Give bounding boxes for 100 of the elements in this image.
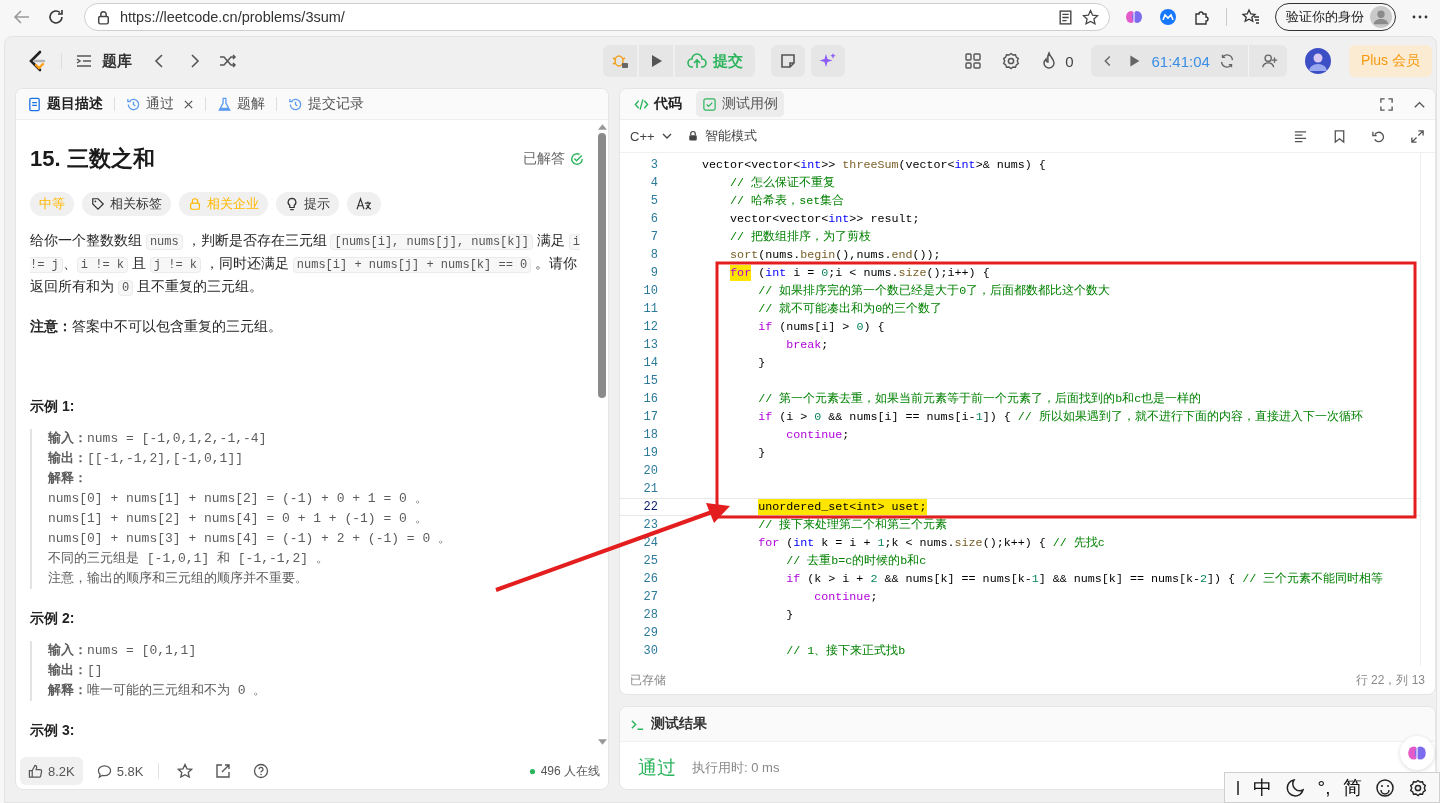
code-line: if (i > 0 && nums[i] == nums[i-1]) { // 所以如果遇到了，就不进行下面的内容，直接进入下一次循环 xyxy=(757,409,1363,425)
history-icon xyxy=(288,96,303,112)
line-number: 23 xyxy=(642,518,658,532)
script-toggle[interactable]: 简 xyxy=(1343,774,1363,801)
line-number: 21 xyxy=(642,482,658,496)
bookmark-icon[interactable] xyxy=(1332,128,1347,144)
example-line: 解释： xyxy=(48,470,88,488)
close-icon[interactable] xyxy=(183,98,194,110)
code-line: continue; xyxy=(813,589,878,605)
verdict-text: 通过 xyxy=(638,755,676,780)
thumbs-up-icon xyxy=(28,763,43,779)
example-line: nums[0] + nums[1] + nums[2] = (-1) + 0 + 1 = 0 。 xyxy=(48,490,429,508)
line-number: 17 xyxy=(642,410,658,424)
runtime-text: 执行用时: 0 ms xyxy=(692,758,780,777)
code-line: vector<vector<int>> result; xyxy=(729,211,920,227)
address-bar[interactable]: https://leetcode.cn/problems/3sum/ xyxy=(84,3,1111,31)
user-avatar[interactable] xyxy=(1304,48,1331,74)
expand-icon[interactable] xyxy=(1410,128,1425,144)
lightbulb-icon xyxy=(285,197,299,211)
code-line: // 哈希表，set集合 xyxy=(729,193,845,209)
results-title: 测试结果 xyxy=(651,715,707,733)
example-line: 不同的三元组是 [-1,0,1] 和 [-1,-1,2] 。 xyxy=(48,550,330,568)
translate-button[interactable] xyxy=(347,192,381,216)
panel-tab[interactable]: 通过 xyxy=(123,91,197,117)
code-line: // 1、接下来正式找b xyxy=(785,643,906,659)
language-mode-toggle[interactable]: 中 xyxy=(1252,774,1272,801)
code-line: } xyxy=(757,355,766,371)
panel-tab[interactable]: 题目描述 xyxy=(24,91,106,117)
scroll-down-icon[interactable] xyxy=(597,739,607,745)
cloud-upload-icon xyxy=(686,51,707,71)
example-line: nums[1] + nums[2] + nums[4] = 0 + 1 + (-1) = 0 。 xyxy=(48,510,429,528)
line-number: 19 xyxy=(642,446,658,460)
star-icon[interactable] xyxy=(1082,8,1100,26)
language-dropdown[interactable]: C++ xyxy=(630,128,673,144)
problem-list-button[interactable]: 题库 xyxy=(74,51,132,71)
like-button[interactable]: 8.2K xyxy=(20,757,83,785)
lock-icon xyxy=(686,130,699,142)
settings-icon[interactable] xyxy=(1001,51,1022,71)
smart-mode-toggle[interactable]: 智能模式 xyxy=(686,127,757,145)
example-line: 输入：nums = [-1,0,1,2,-1,-4] xyxy=(48,430,268,448)
line-number: 3 xyxy=(649,158,658,172)
line-number: 4 xyxy=(649,176,658,190)
line-number: 10 xyxy=(642,284,658,298)
layout-icon[interactable] xyxy=(963,51,984,71)
example-line: 输出：[] xyxy=(48,662,104,680)
line-number: 14 xyxy=(642,356,658,370)
flask-icon xyxy=(217,96,232,112)
code-line: break; xyxy=(785,337,829,353)
panel-tab[interactable]: 提交记录 xyxy=(285,91,367,117)
scrollbar-thumb[interactable] xyxy=(598,133,606,398)
reload-icon[interactable] xyxy=(46,7,66,27)
punctuation-toggle[interactable]: °, xyxy=(1317,776,1331,799)
run-button[interactable] xyxy=(638,45,673,77)
code-line: vector<vector<int>> threeSum(vector<int>& nums) { xyxy=(701,157,1046,173)
comments-button[interactable]: 5.8K xyxy=(96,763,144,779)
line-number: 15 xyxy=(642,374,658,388)
example-line: 输入：nums = [0,1,1] xyxy=(48,642,198,660)
timer-text: 61:41:04 xyxy=(1151,52,1210,70)
code-line: if (k > i + 2 && nums[k] == nums[k-1] && nums[k] == nums[k-2]) { // 三个元素不能同时相等 xyxy=(785,571,1384,587)
panel-tab[interactable]: 测试用例 xyxy=(696,91,784,117)
scroll-up-icon[interactable] xyxy=(597,124,607,130)
line-number: 26 xyxy=(642,572,658,586)
translate-icon xyxy=(356,197,372,211)
line-number: 6 xyxy=(649,212,658,226)
moon-icon[interactable] xyxy=(1284,777,1305,798)
panel-tab[interactable]: 代码 xyxy=(628,91,688,117)
share-icon[interactable] xyxy=(214,763,231,779)
add-user-icon[interactable] xyxy=(1260,52,1279,70)
debug-button[interactable] xyxy=(602,45,637,77)
fullscreen-icon[interactable] xyxy=(1379,96,1394,112)
star-icon[interactable] xyxy=(176,763,193,779)
smiley-icon[interactable] xyxy=(1375,777,1396,798)
code-line: continue; xyxy=(785,427,850,443)
topic-tag[interactable]: 提示 xyxy=(276,192,339,216)
panel-tab[interactable]: 题解 xyxy=(214,91,268,117)
streak-counter[interactable]: 0 xyxy=(1039,51,1074,71)
document-icon xyxy=(27,96,42,112)
example-title: 示例 3: xyxy=(30,721,76,739)
example-line: 解释：唯一可能的三元组和不为 0 。 xyxy=(48,682,268,700)
line-number: 24 xyxy=(642,536,658,550)
extension-icon[interactable] xyxy=(1158,7,1179,27)
problem-description: 给你一个整数数组 nums ，判断是否存在三元组 [nums[i], nums[j], nums[k]] 满足 i != j 、 i != k 且 j != k ，同时还满足 nums[i] + nums[j] + nums[k] == 0 。请你返回所有和为 0 且不重复的三元组。 xyxy=(30,231,581,298)
example-title: 示例 1: xyxy=(30,397,76,415)
reader-icon[interactable] xyxy=(1057,8,1075,26)
topic-tag[interactable]: 相关标签 xyxy=(82,192,171,216)
ai-button[interactable] xyxy=(810,45,845,77)
line-number: 30 xyxy=(642,644,658,658)
note-button[interactable] xyxy=(770,45,805,77)
settings-icon[interactable] xyxy=(1408,777,1429,798)
example-title: 示例 2: xyxy=(30,609,76,627)
format-icon[interactable] xyxy=(1293,128,1308,144)
help-icon[interactable] xyxy=(252,763,269,779)
cursor-position: 行 22，列 13 xyxy=(1355,671,1425,689)
line-number: 28 xyxy=(642,608,658,622)
line-number: 13 xyxy=(642,338,658,352)
problem-title: 15. 三数之和 xyxy=(30,145,155,173)
code-line: for (int i = 0;i < nums.size();i++) { xyxy=(729,265,990,281)
line-number: 5 xyxy=(649,194,658,208)
favorites-icon[interactable] xyxy=(1241,7,1261,27)
code-line: // 把数组排序，为了剪枝 xyxy=(729,229,872,245)
